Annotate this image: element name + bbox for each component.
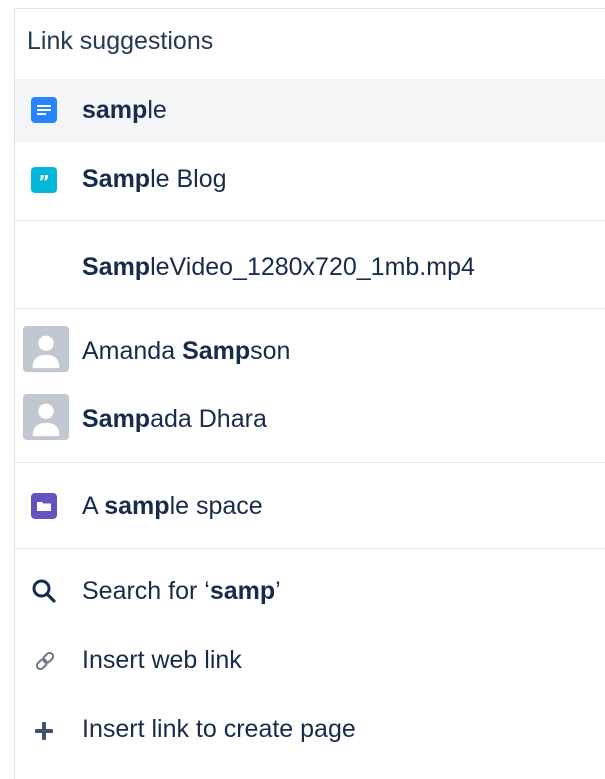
action-label: Insert link to create page bbox=[82, 715, 356, 744]
label-text: ’ bbox=[275, 577, 281, 605]
suggestion-user-amanda[interactable]: Amanda Sampson bbox=[15, 321, 605, 381]
suggestion-label: Sampada Dhara bbox=[82, 405, 267, 434]
blog-quote-icon: ” bbox=[31, 167, 57, 193]
label-text: le Blog bbox=[150, 165, 227, 193]
panel-title: Link suggestions bbox=[27, 27, 214, 55]
divider bbox=[15, 548, 605, 549]
page-icon bbox=[31, 97, 57, 123]
divider bbox=[15, 220, 605, 221]
match-highlight: Samp bbox=[182, 337, 251, 365]
match-highlight: samp bbox=[104, 492, 170, 520]
svg-text:”: ” bbox=[38, 172, 50, 193]
label-text: Insert link to create page bbox=[82, 715, 356, 743]
user-avatar-icon bbox=[23, 394, 69, 440]
action-label: Search for ‘samp’ bbox=[82, 577, 281, 606]
link-suggestions-panel: Link suggestions sample ” Sample Blog Sa… bbox=[14, 8, 605, 779]
search-icon bbox=[32, 579, 56, 603]
divider bbox=[15, 462, 605, 463]
label-text: Amanda bbox=[82, 337, 183, 365]
plus-icon bbox=[35, 722, 53, 740]
label-text: son bbox=[250, 337, 291, 365]
suggestion-attachment-video[interactable]: SampleVideo_1280x720_1mb.mp4 bbox=[15, 233, 605, 299]
panel-header: Link suggestions bbox=[15, 9, 605, 75]
user-avatar-icon bbox=[23, 326, 69, 372]
label-text: Insert web link bbox=[82, 646, 242, 674]
divider bbox=[15, 308, 605, 309]
suggestion-space-sample[interactable]: A sample space bbox=[15, 475, 605, 537]
label-text: ada Dhara bbox=[150, 405, 267, 433]
suggestion-label: SampleVideo_1280x720_1mb.mp4 bbox=[82, 253, 475, 282]
label-text: leVideo_1280x720_1mb.mp4 bbox=[150, 253, 475, 281]
label-text: A bbox=[82, 492, 105, 520]
suggestion-user-sampada[interactable]: Sampada Dhara bbox=[15, 389, 605, 449]
suggestion-label: sample bbox=[82, 96, 167, 125]
search-for-query-action[interactable]: Search for ‘samp’ bbox=[15, 560, 605, 623]
label-text: Search for ‘ bbox=[82, 577, 210, 605]
match-highlight: samp bbox=[209, 577, 276, 605]
insert-web-link-action[interactable]: Insert web link bbox=[15, 629, 605, 692]
suggestion-label: Sample Blog bbox=[82, 165, 227, 194]
match-highlight: samp bbox=[82, 96, 148, 124]
suggestion-label: A sample space bbox=[82, 492, 263, 521]
suggestion-page-sample[interactable]: sample bbox=[15, 79, 605, 142]
insert-link-create-page-action[interactable]: Insert link to create page bbox=[15, 698, 605, 761]
match-highlight: Samp bbox=[82, 253, 151, 281]
match-highlight: Samp bbox=[82, 165, 151, 193]
label-text: le space bbox=[169, 492, 263, 520]
suggestion-label: Amanda Sampson bbox=[82, 337, 290, 366]
label-text: le bbox=[147, 96, 167, 124]
match-highlight: Samp bbox=[82, 405, 151, 433]
link-icon bbox=[35, 651, 55, 671]
action-label: Insert web link bbox=[82, 646, 242, 675]
space-folder-icon bbox=[31, 493, 57, 519]
suggestion-blog-sample[interactable]: ” Sample Blog bbox=[15, 149, 605, 212]
